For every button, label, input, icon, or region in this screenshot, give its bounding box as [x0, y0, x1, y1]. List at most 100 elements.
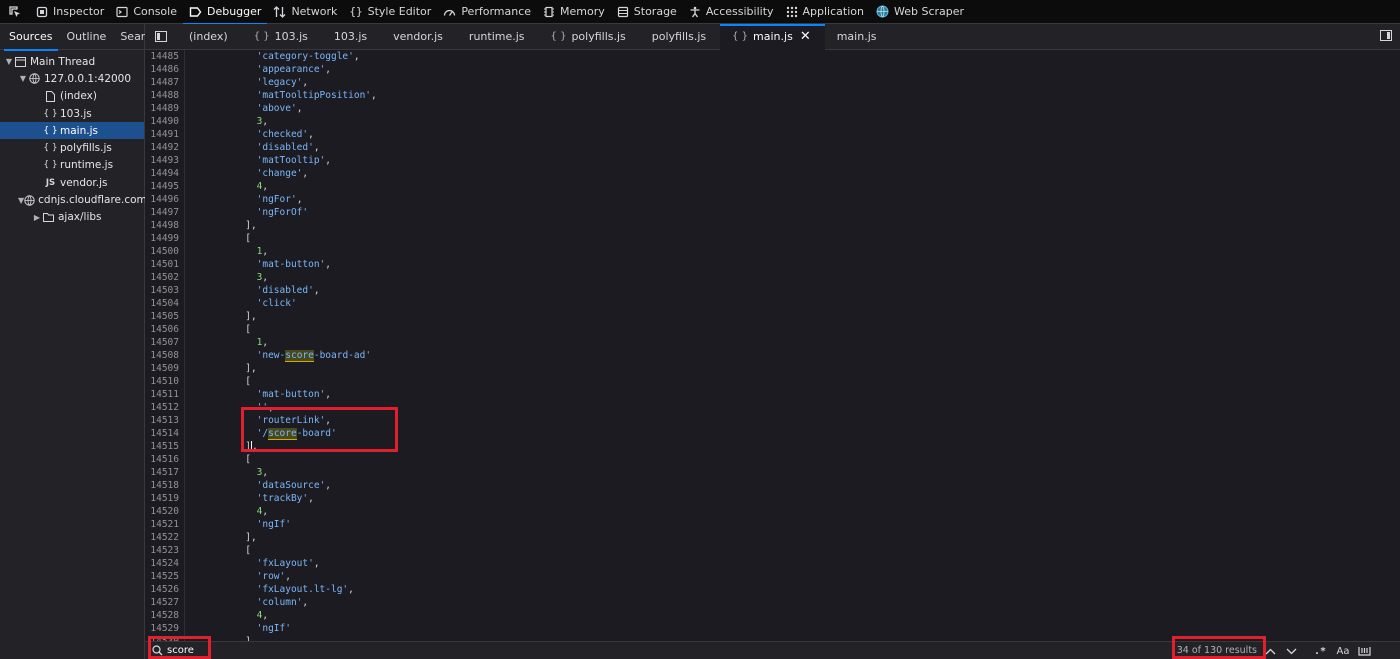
tree-item-runtime-js[interactable]: { } runtime.js	[0, 157, 144, 174]
line-number[interactable]: 14486	[145, 63, 179, 76]
line-number[interactable]: 14523	[145, 544, 179, 557]
code-line[interactable]: 14491 'checked',	[145, 128, 377, 141]
line-number[interactable]: 14515	[145, 440, 179, 453]
tree-item-103-js[interactable]: { } 103.js	[0, 105, 144, 122]
code-line[interactable]: 14486 'appearance',	[145, 63, 377, 76]
line-number[interactable]: 14513	[145, 414, 179, 427]
tree-item-main-js[interactable]: { } main.js	[0, 122, 144, 140]
code-line[interactable]: 14525 'row',	[145, 570, 377, 583]
code-line[interactable]: 14529 'ngIf'	[145, 622, 377, 635]
line-number[interactable]: 14524	[145, 557, 179, 570]
code-line[interactable]: 14510 [	[145, 375, 377, 388]
code-line[interactable]: 14527 'column',	[145, 596, 377, 609]
line-number[interactable]: 14501	[145, 258, 179, 271]
line-number[interactable]: 14514	[145, 427, 179, 440]
code-line[interactable]: 14526 'fxLayout.lt-lg',	[145, 583, 377, 596]
code-line[interactable]: 14512 '',	[145, 401, 377, 414]
code-line[interactable]: 14501 'mat-button',	[145, 258, 377, 271]
tab-outline[interactable]: Outline	[58, 24, 112, 50]
tab-inspector[interactable]: Inspector	[30, 0, 110, 24]
code-line[interactable]: 14485 'category-toggle',	[145, 50, 377, 63]
file-tab-103[interactable]: 103.js	[322, 24, 381, 50]
line-number[interactable]: 14496	[145, 193, 179, 206]
tab-storage[interactable]: Storage	[611, 0, 683, 24]
code-line[interactable]: 14488 'matTooltipPosition',	[145, 89, 376, 102]
line-number[interactable]: 14492	[145, 141, 179, 154]
line-number[interactable]: 14521	[145, 518, 179, 531]
chevron-down-icon[interactable]: ▼	[18, 74, 28, 83]
code-line[interactable]: 14524 'fxLayout',	[145, 557, 377, 570]
code-line[interactable]: 14519 'trackBy',	[145, 492, 377, 505]
line-number[interactable]: 14500	[145, 245, 179, 258]
line-number[interactable]: 14494	[145, 167, 179, 180]
code-line[interactable]: 14517 3,	[145, 466, 377, 479]
code-line[interactable]: 14520 4,	[145, 505, 377, 518]
toggle-sources-panel-button[interactable]	[145, 24, 177, 50]
tab-accessibility[interactable]: Accessibility	[683, 0, 780, 24]
line-number[interactable]: 14504	[145, 297, 179, 310]
line-number[interactable]: 14493	[145, 154, 179, 167]
line-number[interactable]: 14526	[145, 583, 179, 596]
regex-toggle-button[interactable]: .*	[1312, 643, 1328, 659]
toggle-right-panel-button[interactable]	[1380, 30, 1392, 44]
code-line[interactable]: 14528 4,	[145, 609, 377, 622]
line-number[interactable]: 14506	[145, 323, 179, 336]
code-line[interactable]: 14515 ],	[145, 440, 377, 453]
code-line[interactable]: 14508 'new-score-board-ad'	[145, 349, 377, 362]
code-line[interactable]: 14509 ],	[145, 362, 377, 375]
code-line[interactable]: 14514 '/score-board'	[145, 427, 377, 440]
file-tab-polyfills-pretty[interactable]: { } polyfills.js	[539, 24, 640, 50]
element-picker-button[interactable]	[0, 0, 30, 24]
line-number[interactable]: 14507	[145, 336, 179, 349]
line-number[interactable]: 14485	[145, 50, 179, 63]
next-result-button[interactable]	[1283, 643, 1299, 659]
code-line[interactable]: 14504 'click'	[145, 297, 377, 310]
code-line[interactable]: 14497 'ngForOf'	[145, 206, 377, 219]
file-tab-polyfills[interactable]: polyfills.js	[640, 24, 720, 50]
tab-memory[interactable]: Memory	[537, 0, 611, 24]
line-number[interactable]: 14488	[145, 89, 179, 102]
code-line[interactable]: 14513 'routerLink',	[145, 414, 377, 427]
line-number[interactable]: 14519	[145, 492, 179, 505]
line-number[interactable]: 14502	[145, 271, 179, 284]
line-number[interactable]: 14498	[145, 219, 179, 232]
tree-item-cdnjs[interactable]: ▼ cdnjs.cloudflare.com	[0, 191, 147, 208]
file-tab-vendor[interactable]: vendor.js	[381, 24, 457, 50]
line-number[interactable]: 14499	[145, 232, 179, 245]
code-line[interactable]: 14499 [	[145, 232, 377, 245]
code-line[interactable]: 14522 ],	[145, 531, 377, 544]
code-line[interactable]: 14500 1,	[145, 245, 377, 258]
code-line[interactable]: 14518 'dataSource',	[145, 479, 377, 492]
tab-style-editor[interactable]: {} Style Editor	[343, 0, 437, 24]
tree-item-polyfills-js[interactable]: { } polyfills.js	[0, 139, 144, 156]
line-number[interactable]: 14511	[145, 388, 179, 401]
code-line[interactable]: 14498 ],	[145, 219, 377, 232]
previous-result-button[interactable]	[1262, 643, 1278, 659]
code-line[interactable]: 14523 [	[145, 544, 377, 557]
line-number[interactable]: 14497	[145, 206, 179, 219]
whole-word-button[interactable]	[1356, 643, 1372, 659]
match-case-button[interactable]: Aa	[1334, 643, 1352, 659]
code-line[interactable]: 14495 4,	[145, 180, 377, 193]
chevron-right-icon[interactable]: ▶	[32, 213, 42, 222]
tab-sources[interactable]: Sources	[0, 24, 58, 51]
code-line[interactable]: 14511 'mat-button',	[145, 388, 377, 401]
code-line[interactable]: 14493 'matTooltip',	[145, 154, 377, 167]
code-editor[interactable]: 14485 'category-toggle', 14486 'appearanc…	[145, 50, 1400, 641]
tab-debugger[interactable]: Debugger	[182, 0, 268, 25]
line-number[interactable]: 14518	[145, 479, 179, 492]
tree-item-ajax-libs[interactable]: ▶ ajax/libs	[0, 209, 144, 226]
tab-performance[interactable]: Performance	[437, 0, 537, 24]
close-icon[interactable]: ✕	[800, 29, 811, 44]
line-number[interactable]: 14503	[145, 284, 179, 297]
line-number[interactable]: 14505	[145, 310, 179, 323]
file-tab-main-pretty[interactable]: { } main.js ✕	[720, 23, 825, 50]
tab-network[interactable]: Network	[267, 0, 343, 24]
line-number[interactable]: 14491	[145, 128, 179, 141]
tree-item-index[interactable]: (index)	[0, 88, 144, 105]
line-number[interactable]: 14522	[145, 531, 179, 544]
code-line[interactable]: 14492 'disabled',	[145, 141, 377, 154]
chevron-down-icon[interactable]: ▼	[4, 57, 14, 66]
code-line[interactable]: 14521 'ngIf'	[145, 518, 377, 531]
tree-item-localhost[interactable]: ▼ 127.0.0.1:42000	[0, 70, 144, 87]
